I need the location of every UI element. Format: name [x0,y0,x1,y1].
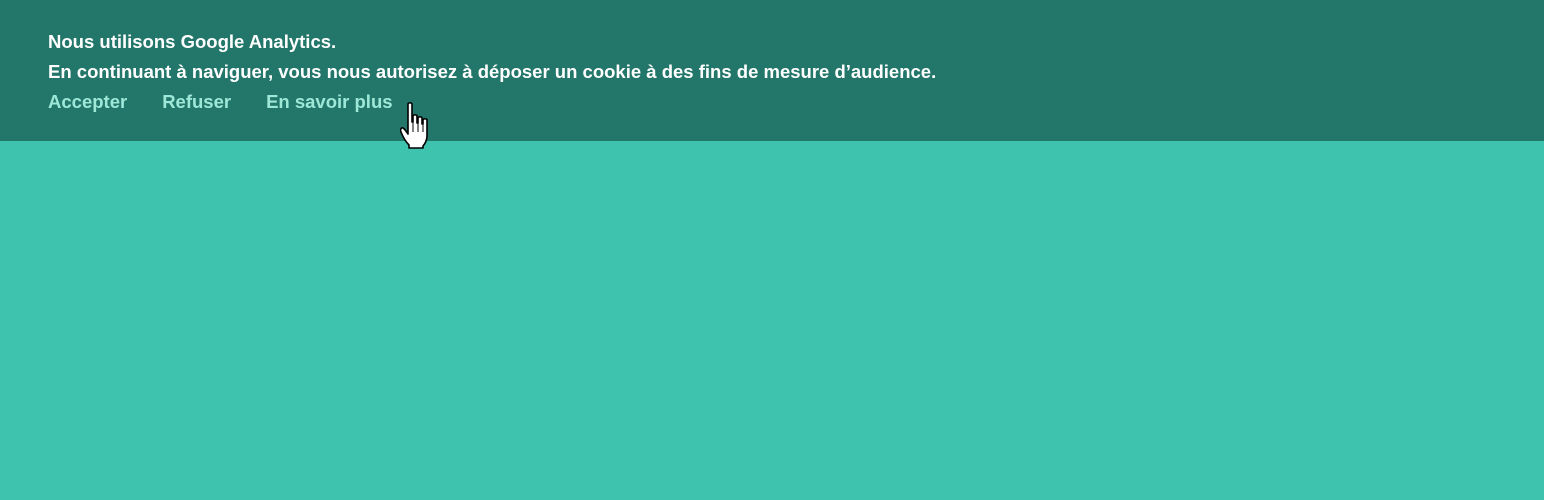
cookie-message-line-2: En continuant à naviguer, vous nous auto… [48,61,937,82]
refuse-button[interactable]: Refuser [162,87,231,117]
page: Nous utilisons Google Analytics. En cont… [0,0,1544,500]
cookie-banner: Nous utilisons Google Analytics. En cont… [0,0,1544,141]
accept-button[interactable]: Accepter [48,87,127,117]
main-content-area [0,141,1544,500]
learn-more-link[interactable]: En savoir plus [266,87,392,117]
cookie-actions: Accepter Refuser En savoir plus [48,87,1496,117]
cookie-message-line-1: Nous utilisons Google Analytics. [48,31,337,52]
